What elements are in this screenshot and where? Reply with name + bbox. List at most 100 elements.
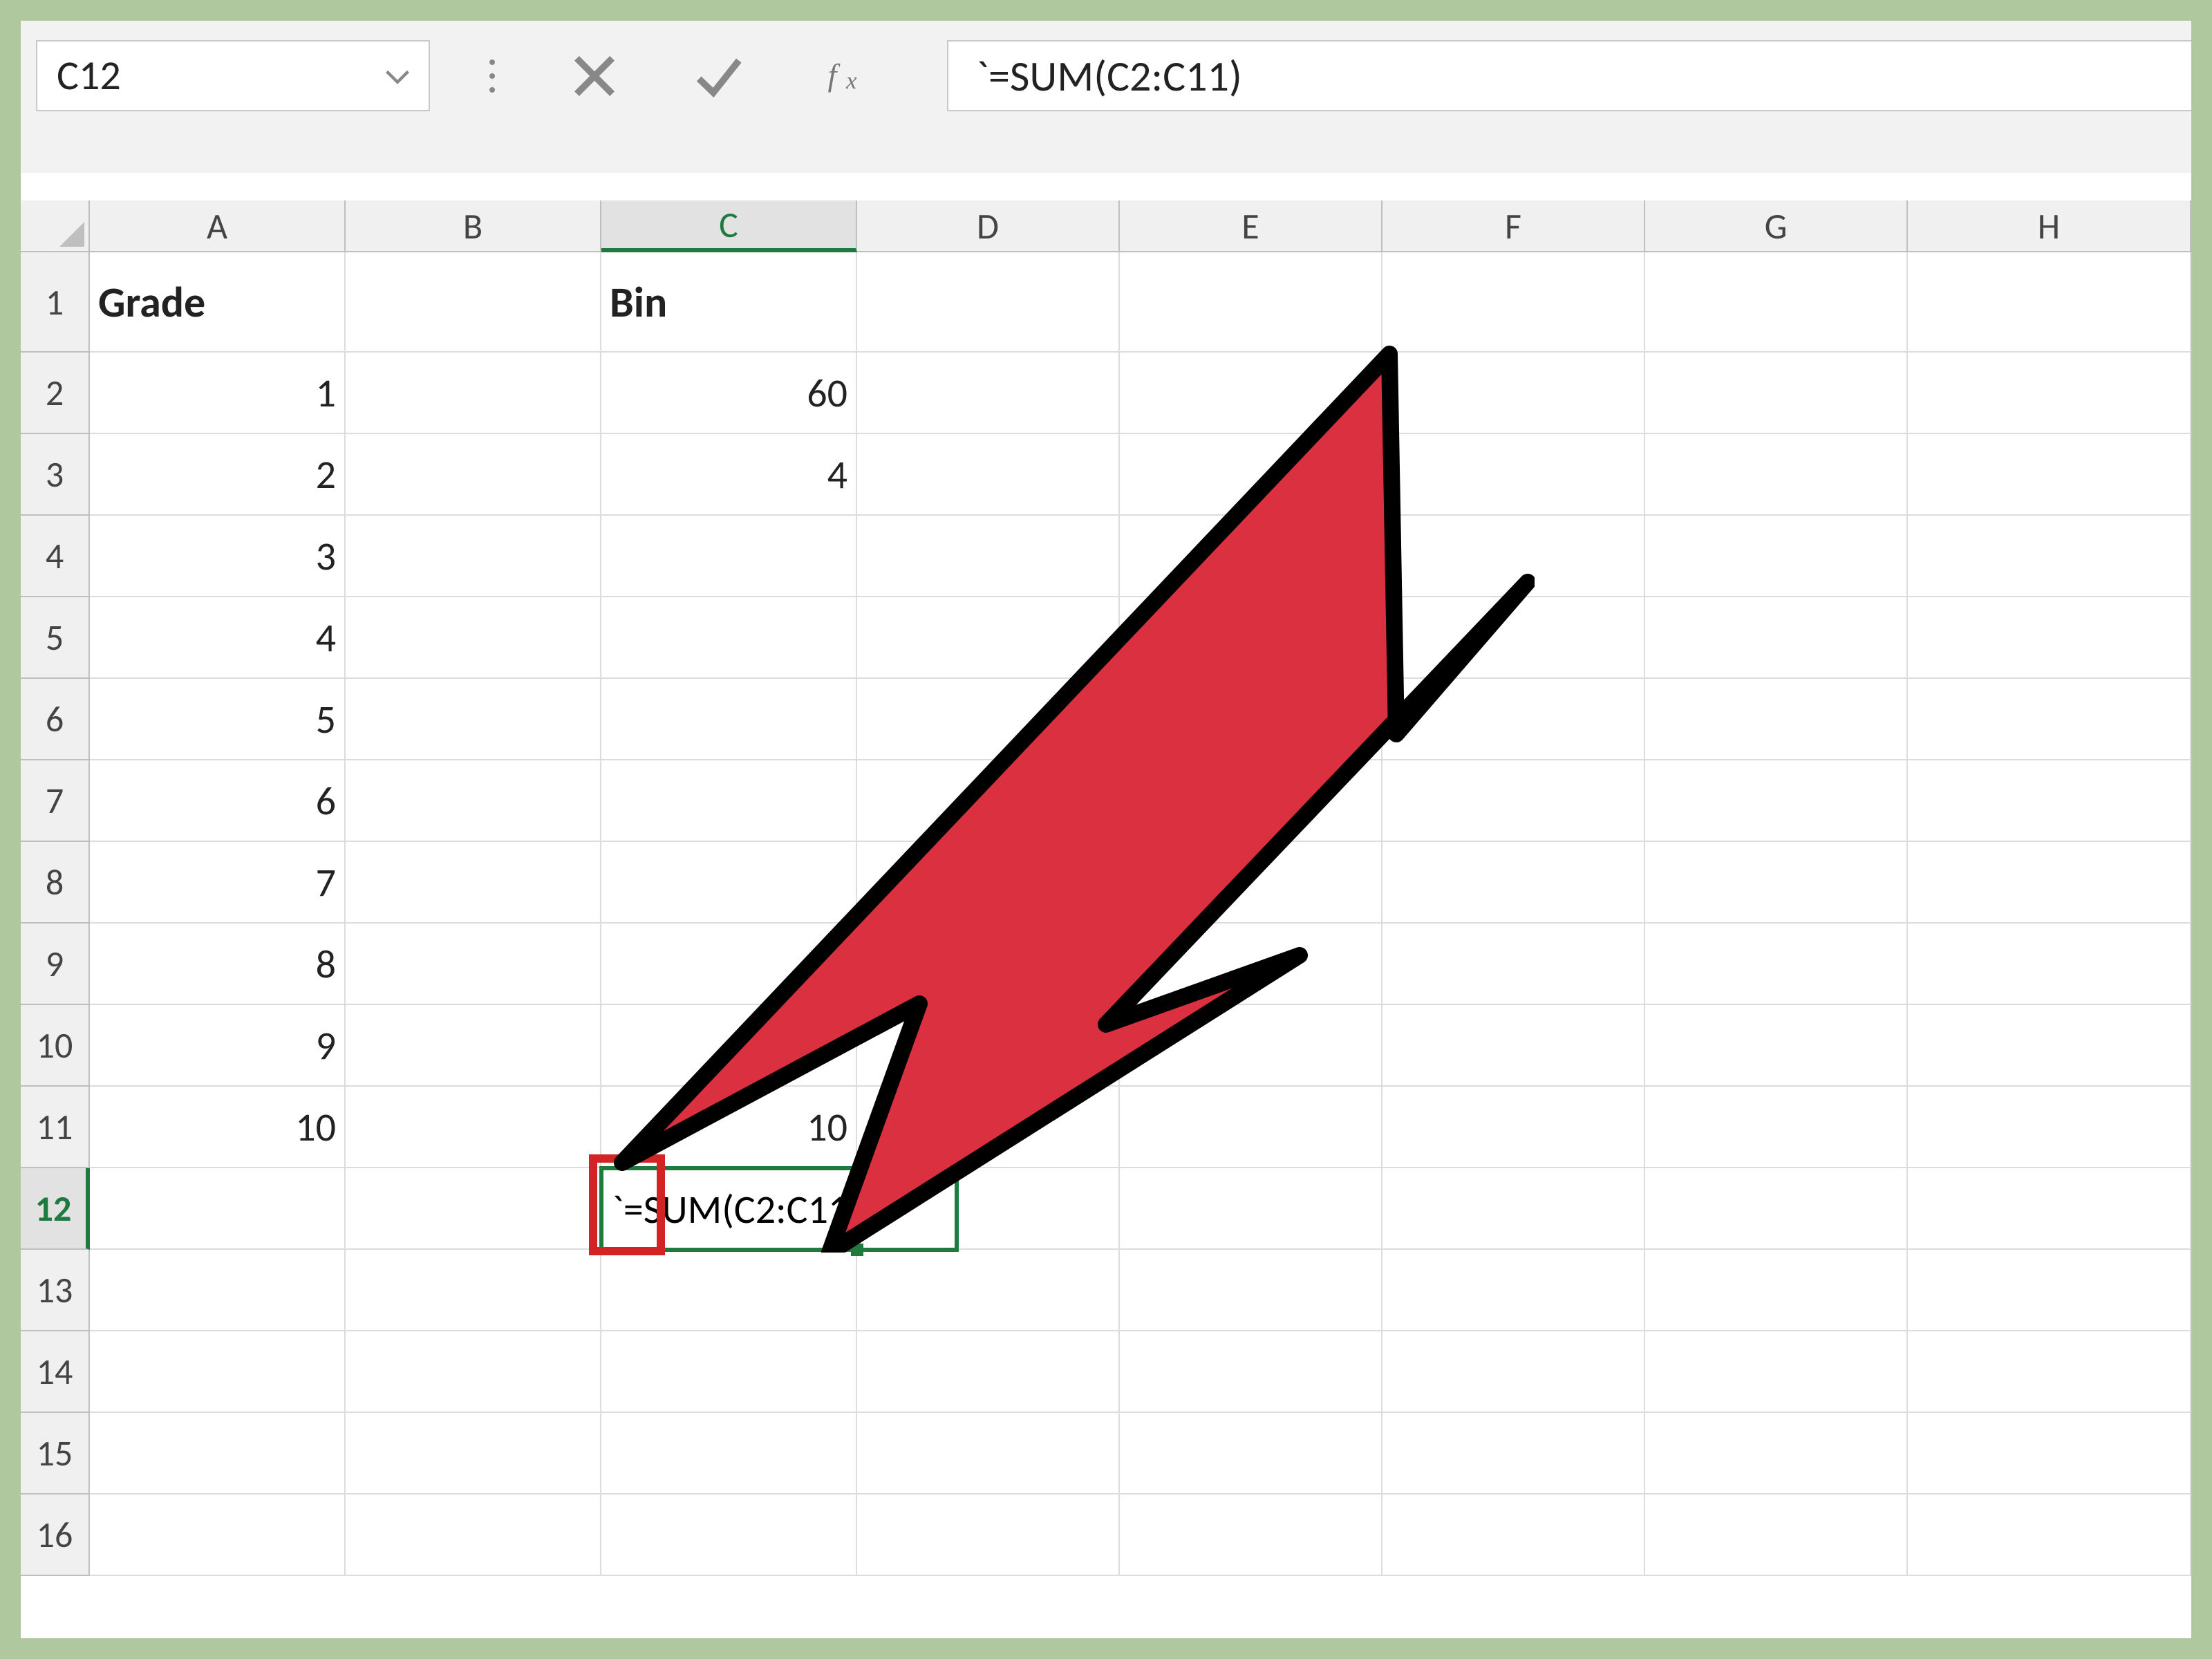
cell-B4[interactable] — [346, 516, 601, 597]
cell-H14[interactable] — [1908, 1331, 2191, 1413]
cell-D5[interactable] — [857, 597, 1120, 679]
cell-A4[interactable]: 3 — [90, 516, 346, 597]
cell-G12[interactable] — [1645, 1168, 1908, 1250]
column-header-E[interactable]: E — [1120, 200, 1382, 252]
cell-B11[interactable] — [346, 1087, 601, 1168]
cell-E9[interactable] — [1120, 924, 1382, 1005]
cell-E13[interactable] — [1120, 1250, 1382, 1331]
cell-A16[interactable] — [90, 1494, 346, 1576]
cell-G15[interactable] — [1645, 1413, 1908, 1494]
cell-A11[interactable]: 10 — [90, 1087, 346, 1168]
cell-G7[interactable] — [1645, 760, 1908, 842]
enter-icon[interactable] — [677, 40, 760, 111]
row-header-1[interactable]: 1 — [21, 252, 90, 353]
cell-D4[interactable] — [857, 516, 1120, 597]
cell-F3[interactable] — [1382, 434, 1645, 516]
column-header-A[interactable]: A — [90, 200, 346, 252]
cell-E15[interactable] — [1120, 1413, 1382, 1494]
cell-E12[interactable] — [1120, 1168, 1382, 1250]
cell-F12[interactable] — [1382, 1168, 1645, 1250]
cell-G1[interactable] — [1645, 252, 1908, 353]
cell-A7[interactable]: 6 — [90, 760, 346, 842]
cell-A13[interactable] — [90, 1250, 346, 1331]
name-box[interactable]: C12 — [36, 40, 430, 111]
cell-A6[interactable]: 5 — [90, 679, 346, 760]
cell-G9[interactable] — [1645, 924, 1908, 1005]
cell-F7[interactable] — [1382, 760, 1645, 842]
cell-B2[interactable] — [346, 353, 601, 434]
formula-input[interactable]: `=SUM(C2:C11) — [947, 40, 2191, 111]
cell-H11[interactable] — [1908, 1087, 2191, 1168]
cell-B16[interactable] — [346, 1494, 601, 1576]
cell-F8[interactable] — [1382, 842, 1645, 924]
row-header-14[interactable]: 14 — [21, 1331, 90, 1413]
cell-E14[interactable] — [1120, 1331, 1382, 1413]
chevron-down-icon[interactable] — [366, 41, 429, 110]
cell-B10[interactable] — [346, 1005, 601, 1087]
cell-A10[interactable]: 9 — [90, 1005, 346, 1087]
cell-A15[interactable] — [90, 1413, 346, 1494]
cell-G11[interactable] — [1645, 1087, 1908, 1168]
select-all-icon[interactable] — [21, 200, 90, 252]
cell-G8[interactable] — [1645, 842, 1908, 924]
cell-H5[interactable] — [1908, 597, 2191, 679]
row-header-4[interactable]: 4 — [21, 516, 90, 597]
column-header-F[interactable]: F — [1382, 200, 1645, 252]
cell-F15[interactable] — [1382, 1413, 1645, 1494]
cell-D11[interactable] — [857, 1087, 1120, 1168]
cell-D9[interactable] — [857, 924, 1120, 1005]
row-header-10[interactable]: 10 — [21, 1005, 90, 1087]
cell-A9[interactable]: 8 — [90, 924, 346, 1005]
cell-F9[interactable] — [1382, 924, 1645, 1005]
cell-E11[interactable] — [1120, 1087, 1382, 1168]
cell-C6[interactable] — [601, 679, 857, 760]
cell-F5[interactable] — [1382, 597, 1645, 679]
column-header-G[interactable]: G — [1645, 200, 1908, 252]
cell-H9[interactable] — [1908, 924, 2191, 1005]
cell-C16[interactable] — [601, 1494, 857, 1576]
cell-D10[interactable] — [857, 1005, 1120, 1087]
cell-B8[interactable] — [346, 842, 601, 924]
cell-A14[interactable] — [90, 1331, 346, 1413]
cell-D7[interactable] — [857, 760, 1120, 842]
row-header-11[interactable]: 11 — [21, 1087, 90, 1168]
fx-icon[interactable]: f x — [802, 40, 906, 111]
row-header-13[interactable]: 13 — [21, 1250, 90, 1331]
row-header-8[interactable]: 8 — [21, 842, 90, 924]
cell-F2[interactable] — [1382, 353, 1645, 434]
cell-G16[interactable] — [1645, 1494, 1908, 1576]
cell-B15[interactable] — [346, 1413, 601, 1494]
cell-C9[interactable] — [601, 924, 857, 1005]
cell-H16[interactable] — [1908, 1494, 2191, 1576]
column-header-B[interactable]: B — [346, 200, 601, 252]
cell-B6[interactable] — [346, 679, 601, 760]
cell-D3[interactable] — [857, 434, 1120, 516]
cell-D15[interactable] — [857, 1413, 1120, 1494]
cell-E6[interactable] — [1120, 679, 1382, 760]
cell-E16[interactable] — [1120, 1494, 1382, 1576]
cell-C5[interactable] — [601, 597, 857, 679]
cell-B13[interactable] — [346, 1250, 601, 1331]
cell-B5[interactable] — [346, 597, 601, 679]
cell-F10[interactable] — [1382, 1005, 1645, 1087]
cell-C3[interactable]: 4 — [601, 434, 857, 516]
column-header-C[interactable]: C — [601, 200, 857, 252]
cell-B12[interactable] — [346, 1168, 601, 1250]
cell-C7[interactable] — [601, 760, 857, 842]
cell-E10[interactable] — [1120, 1005, 1382, 1087]
cell-C2[interactable]: 60 — [601, 353, 857, 434]
cell-F6[interactable] — [1382, 679, 1645, 760]
cell-H4[interactable] — [1908, 516, 2191, 597]
cell-H8[interactable] — [1908, 842, 2191, 924]
cell-B3[interactable] — [346, 434, 601, 516]
cell-F1[interactable] — [1382, 252, 1645, 353]
cell-F16[interactable] — [1382, 1494, 1645, 1576]
column-header-D[interactable]: D — [857, 200, 1120, 252]
cell-E1[interactable] — [1120, 252, 1382, 353]
cell-F14[interactable] — [1382, 1331, 1645, 1413]
cell-E3[interactable] — [1120, 434, 1382, 516]
cell-G10[interactable] — [1645, 1005, 1908, 1087]
cell-H6[interactable] — [1908, 679, 2191, 760]
row-header-15[interactable]: 15 — [21, 1413, 90, 1494]
cell-H2[interactable] — [1908, 353, 2191, 434]
